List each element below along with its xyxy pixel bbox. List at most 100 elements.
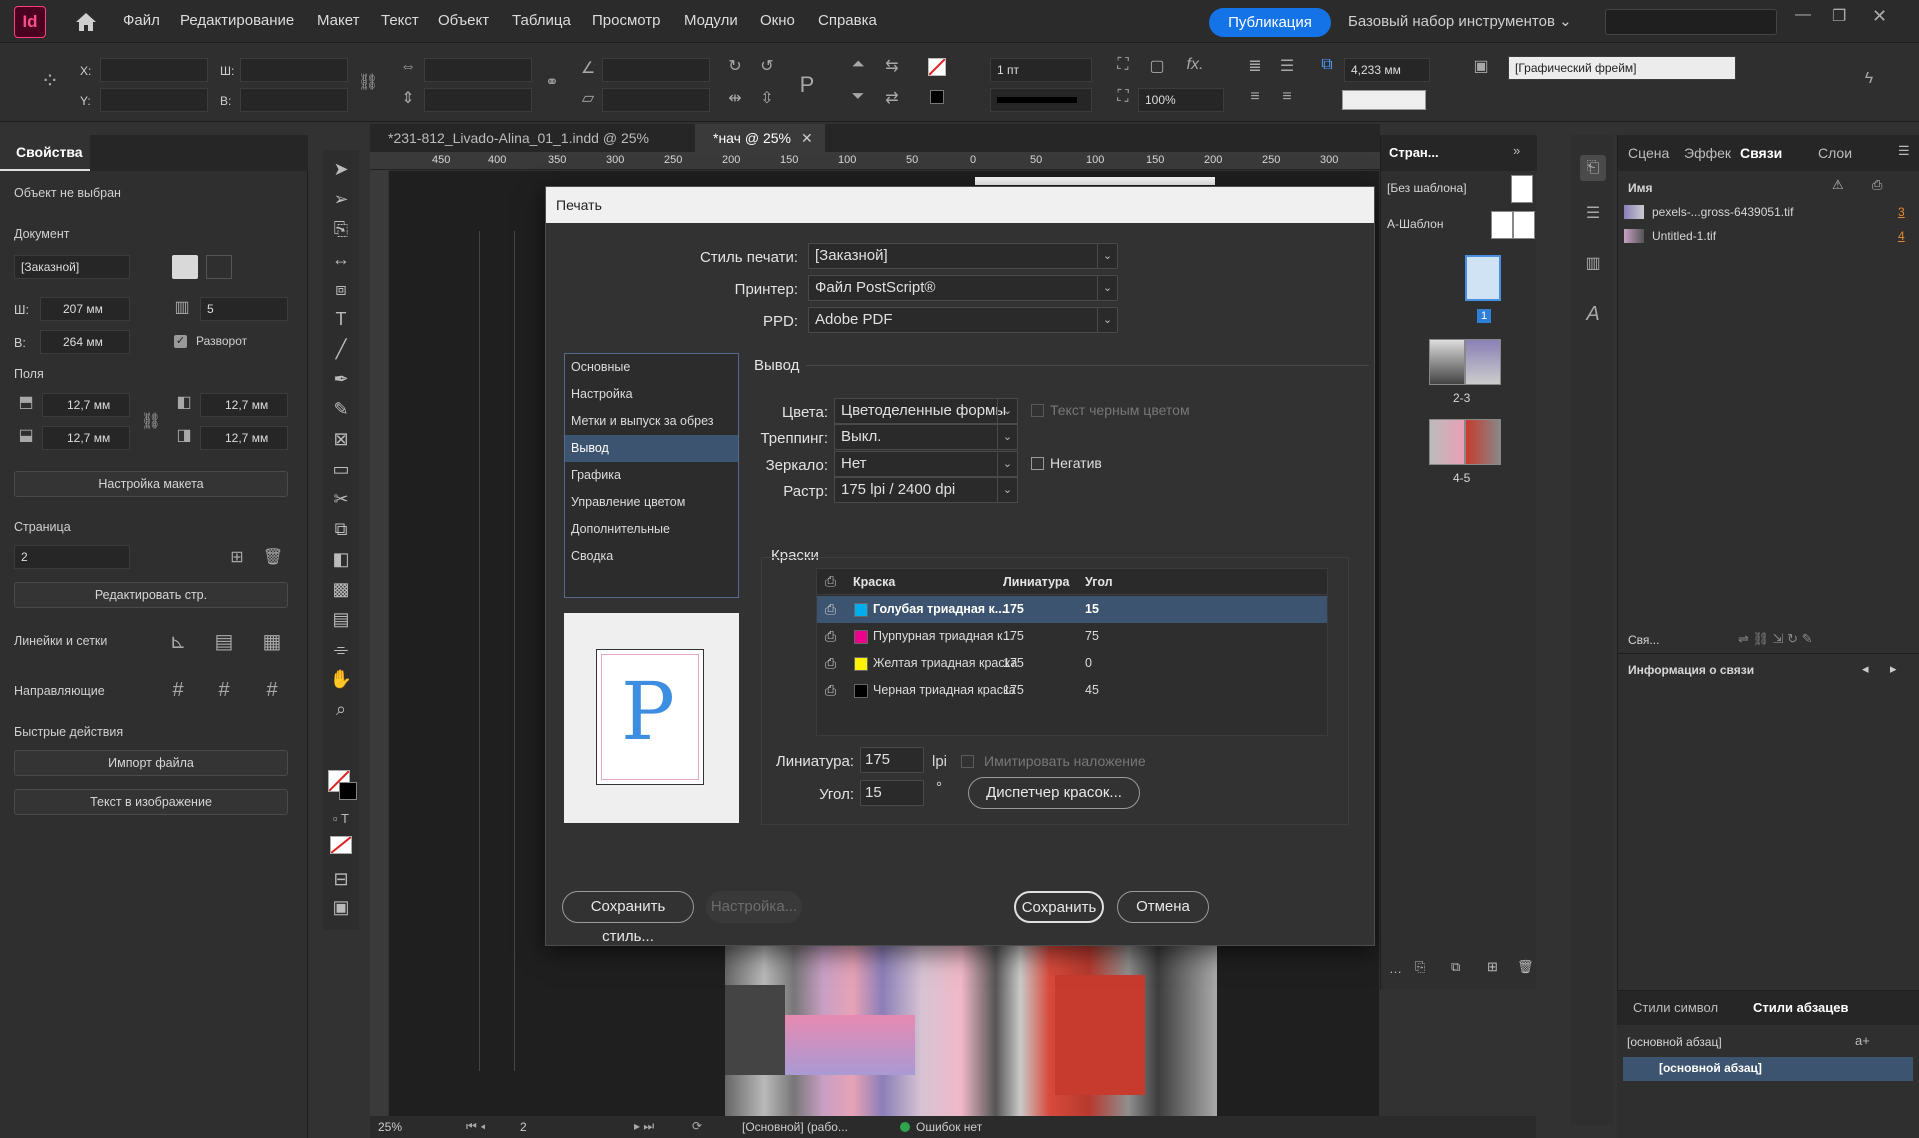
delete-page-panel-icon[interactable]: 🗑 xyxy=(1517,959,1534,975)
printer-icon[interactable]: ⎙ xyxy=(825,677,836,704)
prev-icon[interactable]: ◂ xyxy=(1862,661,1869,677)
scale-y-field[interactable] xyxy=(424,88,532,112)
layers-panel-icon[interactable]: ☰ xyxy=(1580,203,1606,223)
page-4-thumb[interactable] xyxy=(1429,419,1465,465)
setup-button[interactable]: Настройка... xyxy=(706,891,802,923)
align-top-icon[interactable]: ≡ xyxy=(1244,88,1266,106)
h-field[interactable] xyxy=(240,88,348,112)
baseline-grid-icon[interactable]: ▤ xyxy=(212,629,236,654)
print-style-select[interactable]: [Заказной] ⌄ xyxy=(808,243,1118,269)
rectangle-frame-icon[interactable]: ⊠ xyxy=(323,426,359,452)
note-tool-icon[interactable]: ▤ xyxy=(323,606,359,632)
select-container-icon[interactable]: ⏶ xyxy=(846,56,870,74)
guides-icon[interactable]: # xyxy=(166,679,190,702)
stroke-swatch-icon[interactable] xyxy=(930,90,944,104)
margin-bottom-field[interactable]: 12,7 мм xyxy=(42,426,130,450)
content-collector-icon[interactable]: ⧈ xyxy=(323,276,359,302)
scale-y-icon[interactable]: ⇕ xyxy=(398,88,418,108)
page-tool-icon[interactable]: ⎘ xyxy=(323,216,359,242)
add-page-icon[interactable]: ⊞ xyxy=(226,547,248,567)
fill-none-icon[interactable] xyxy=(928,58,946,76)
nav-color-management[interactable]: Управление цветом xyxy=(565,489,738,516)
new-style-icon[interactable]: a+ xyxy=(1855,1033,1870,1048)
table-row[interactable]: ⎙ Желтая триадная краска 175 0 xyxy=(817,650,1327,677)
prev-object-icon[interactable]: ⇆ xyxy=(880,56,904,76)
ppd-select[interactable]: Adobe PDF ⌄ xyxy=(808,307,1118,333)
negative-checkbox[interactable] xyxy=(1031,457,1044,470)
lock-guides-icon[interactable]: # xyxy=(212,679,236,702)
menu-table[interactable]: Таблица xyxy=(512,12,571,29)
preflight-icon[interactable]: ⟳ xyxy=(692,1119,702,1133)
close-tab-icon[interactable]: ✕ xyxy=(801,130,813,146)
align-left-icon[interactable]: ≣ xyxy=(1244,56,1266,76)
stroke-type-field[interactable] xyxy=(990,88,1092,112)
stroke-weight-field[interactable]: 1 пт xyxy=(990,58,1092,82)
more-icon[interactable]: … xyxy=(1389,961,1402,976)
eyedropper-icon[interactable]: ⌯ xyxy=(323,636,359,662)
spacing-icon[interactable]: ⧉ xyxy=(1316,56,1338,74)
tab-links[interactable]: Связи xyxy=(1740,145,1782,161)
collapse-icon[interactable]: » xyxy=(1513,143,1520,158)
page-width-field[interactable]: 207 мм xyxy=(40,297,130,321)
shear-field[interactable] xyxy=(602,88,710,112)
w-field[interactable] xyxy=(240,58,348,82)
minimize-icon[interactable]: — xyxy=(1795,6,1811,24)
nav-advanced[interactable]: Дополнительные xyxy=(565,516,738,543)
next-object-icon[interactable]: ⇄ xyxy=(880,88,904,108)
rotate-angle-icon[interactable]: ∠ xyxy=(578,58,598,78)
restore-icon[interactable]: ❐ xyxy=(1832,6,1846,26)
type-tool-icon[interactable]: T xyxy=(323,306,359,332)
apply-none-icon[interactable] xyxy=(330,836,352,854)
printer-icon[interactable]: ⎙ xyxy=(825,650,836,677)
tab-scene[interactable]: Сцена xyxy=(1628,145,1669,161)
menu-edit[interactable]: Редактирование xyxy=(180,12,294,29)
tab-character-styles[interactable]: Стили символ xyxy=(1633,1000,1718,1015)
next-page-icon[interactable]: ▸ ⏭ xyxy=(634,1119,654,1134)
y-field[interactable] xyxy=(100,88,208,112)
menu-window[interactable]: Окно xyxy=(760,12,795,29)
pen-tool-icon[interactable]: ✒ xyxy=(323,366,359,392)
ruler-icon[interactable]: ⊾ xyxy=(166,629,190,654)
page-number[interactable]: 2 xyxy=(520,1120,527,1134)
table-row[interactable]: ⎙ Голубая триадная к... 175 15 xyxy=(817,596,1327,623)
first-page-icon[interactable]: ⏮ ◂ xyxy=(466,1119,486,1134)
margin-right-field[interactable]: 12,7 мм xyxy=(200,426,288,450)
new-page-icon[interactable]: ⊞ xyxy=(1487,959,1498,975)
direct-selection-icon[interactable]: ➢ xyxy=(323,186,359,212)
mirror-select[interactable]: Нет ⌄ xyxy=(834,451,1018,477)
edit-page-button[interactable]: Редактировать стр. xyxy=(14,582,288,608)
gradient-swatch-icon[interactable]: ◧ xyxy=(323,546,359,572)
rotate-field[interactable] xyxy=(602,58,710,82)
menu-type[interactable]: Текст xyxy=(381,12,419,29)
scissors-tool-icon[interactable]: ✂ xyxy=(323,486,359,512)
printer-select[interactable]: Файл PostScript® ⌄ xyxy=(808,275,1118,301)
page-3-thumb[interactable] xyxy=(1465,339,1501,385)
link-page[interactable]: 3 xyxy=(1898,205,1905,219)
nav-marks-bleed[interactable]: Метки и выпуск за обрез xyxy=(565,408,738,435)
master-icon[interactable]: ⧉ xyxy=(1451,959,1460,975)
import-file-button[interactable]: Импорт файла xyxy=(14,750,288,776)
page-1-thumb[interactable] xyxy=(1465,255,1501,301)
printer-icon[interactable]: ⎙ xyxy=(825,623,836,650)
page-size-icon[interactable]: ⎘ xyxy=(1415,959,1425,975)
pages-panel-icon[interactable]: ⎗ xyxy=(1580,155,1606,181)
margin-left-field[interactable]: 12,7 мм xyxy=(200,393,288,417)
text-to-image-button[interactable]: Текст в изображение xyxy=(14,789,288,815)
smart-guides-icon[interactable]: # xyxy=(260,679,284,702)
link-icon[interactable]: ⚭ xyxy=(542,72,562,92)
save-style-button[interactable]: Сохранить стиль... xyxy=(562,891,694,945)
nav-summary[interactable]: Сводка xyxy=(565,543,738,570)
page-count-field[interactable]: 5 xyxy=(200,297,288,321)
master-thumb-right[interactable] xyxy=(1513,211,1535,239)
fit-content-icon[interactable]: ▢ xyxy=(1146,56,1168,76)
home-icon[interactable] xyxy=(72,8,100,36)
character-panel-icon[interactable]: A xyxy=(1580,303,1606,326)
tab-properties[interactable]: Свойства xyxy=(0,135,90,171)
select-content-icon[interactable]: ⏷ xyxy=(846,88,870,106)
opacity-field[interactable]: 100% xyxy=(1138,88,1224,112)
tab-paragraph-styles[interactable]: Стили абзацев xyxy=(1753,1000,1848,1015)
menu-plugins[interactable]: Модули xyxy=(684,12,738,29)
fx-icon[interactable]: fx. xyxy=(1184,56,1206,74)
document-grid-icon[interactable]: ▦ xyxy=(260,629,284,654)
hand-tool-icon[interactable]: ✋ xyxy=(323,666,359,692)
